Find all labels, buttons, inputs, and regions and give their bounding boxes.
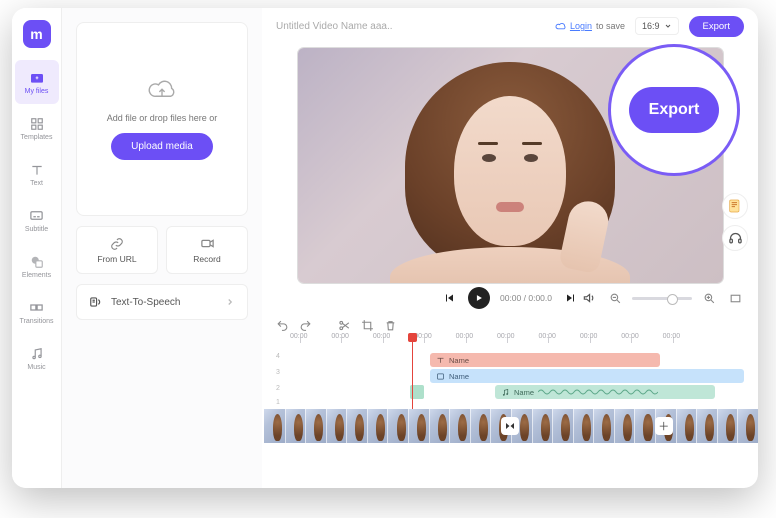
delete-button[interactable]	[384, 319, 397, 332]
link-icon	[110, 237, 124, 251]
login-link[interactable]: Login	[570, 21, 592, 31]
dropzone[interactable]: Add file or drop files here or Upload me…	[76, 22, 248, 216]
timeline-ruler[interactable]: 00:00 00:00 00:00 00:00 00:00 00:00 00:0…	[262, 337, 758, 351]
track-label: 4	[276, 353, 280, 360]
split-button[interactable]	[338, 319, 351, 332]
transitions-icon	[29, 300, 45, 316]
sidebar-item-transitions[interactable]: Transitions	[15, 290, 59, 334]
film-icon	[436, 372, 445, 381]
sidebar-item-elements[interactable]: Elements	[15, 244, 59, 288]
zoom-in-button[interactable]	[700, 289, 718, 307]
export-callout-button[interactable]: Export	[629, 87, 720, 133]
chevron-right-icon	[225, 297, 235, 307]
timecode: 00:00 / 0:00.0	[500, 293, 552, 303]
notes-button[interactable]	[722, 193, 748, 219]
text-icon	[436, 356, 445, 365]
sidebar-item-text[interactable]: Text	[15, 152, 59, 196]
grid-icon	[29, 116, 45, 132]
strip-add-button[interactable]: ＋	[655, 417, 673, 435]
media-panel: Add file or drop files here or Upload me…	[62, 8, 262, 488]
upload-media-button[interactable]: Upload media	[111, 133, 213, 160]
track-label: 3	[276, 369, 280, 376]
sidebar-item-music[interactable]: Music	[15, 336, 59, 380]
shapes-icon	[29, 254, 45, 270]
project-title[interactable]: Untitled Video Name aaa..	[276, 21, 545, 32]
topbar: Untitled Video Name aaa.. Login to save …	[262, 8, 758, 44]
timeline-tracks[interactable]: 4 3 2 1 Name Name Name	[262, 353, 758, 409]
strip-transition-button[interactable]	[501, 417, 519, 435]
folder-add-icon	[29, 70, 45, 86]
from-url-button[interactable]: From URL	[76, 226, 158, 274]
export-callout: Export	[608, 44, 740, 176]
track-label: 1	[276, 399, 280, 406]
video-clip[interactable]: Name	[430, 369, 744, 383]
redo-button[interactable]	[299, 319, 312, 332]
text-clip[interactable]: Name	[430, 353, 660, 367]
cloud-upload-icon	[148, 79, 176, 103]
zoom-out-button[interactable]	[606, 289, 624, 307]
play-button[interactable]	[468, 287, 490, 309]
waveform-icon	[538, 387, 658, 397]
tts-icon	[89, 295, 103, 309]
record-button[interactable]: Record	[166, 226, 248, 274]
sidebar-item-subtitle[interactable]: Subtitle	[15, 198, 59, 242]
text-icon	[29, 162, 45, 178]
undo-button[interactable]	[276, 319, 289, 332]
playhead[interactable]	[412, 335, 413, 417]
cloud-icon	[555, 21, 566, 32]
chevron-down-icon	[664, 22, 672, 30]
zoom-slider[interactable]	[632, 297, 692, 300]
support-button[interactable]	[722, 225, 748, 251]
player-controls: 00:00 / 0:00.0	[262, 283, 758, 313]
aspect-selector[interactable]: 16:9	[635, 17, 679, 35]
music-icon	[501, 388, 510, 397]
drop-hint: Add file or drop files here or	[107, 113, 218, 123]
sidebar-rail: m My files Templates Text Subtitle Eleme…	[12, 8, 62, 488]
sidebar-item-templates[interactable]: Templates	[15, 106, 59, 150]
audio-clip[interactable]: Name	[495, 385, 715, 399]
crop-button[interactable]	[361, 319, 374, 332]
subtitle-icon	[29, 208, 45, 224]
sidebar-item-myfiles[interactable]: My files	[15, 60, 59, 104]
app-logo[interactable]: m	[23, 20, 51, 48]
music-icon	[29, 346, 45, 362]
track-label: 2	[276, 385, 280, 392]
fit-button[interactable]	[726, 289, 744, 307]
next-frame-button[interactable]	[562, 289, 580, 307]
volume-button[interactable]	[580, 289, 598, 307]
export-button[interactable]: Export	[689, 16, 744, 37]
login-to-save: Login to save	[555, 21, 625, 32]
prev-frame-button[interactable]	[440, 289, 458, 307]
thumbnail-strip[interactable]: ＋	[262, 409, 758, 443]
tts-row[interactable]: Text-To-Speech	[76, 284, 248, 320]
camera-icon	[200, 236, 215, 251]
